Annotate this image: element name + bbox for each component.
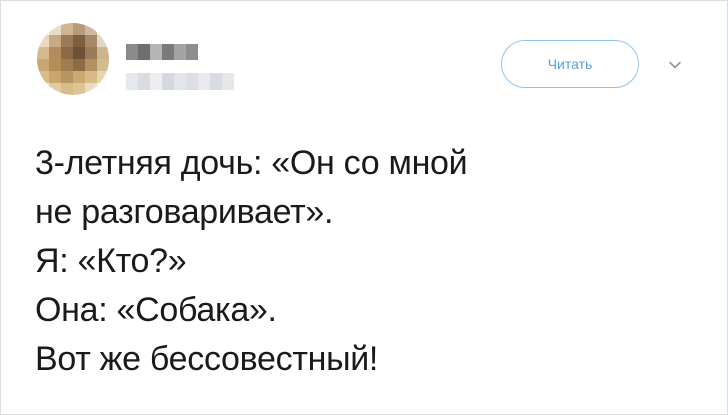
tweet-text-line: Она: «Собака». — [35, 291, 277, 329]
username-blurred[interactable] — [126, 73, 234, 90]
tweet-text-line: Вот же бессовестный! — [35, 340, 379, 378]
display-name-blurred[interactable] — [126, 44, 198, 60]
follow-button-label: Читать — [547, 56, 593, 72]
tweet-text: 3-летняя дочь: «Он со мной не разговарив… — [35, 139, 695, 384]
tweet-text-line: Я: «Кто?» — [35, 242, 187, 280]
tweet-text-line: не разговаривает». — [35, 193, 334, 231]
follow-button[interactable]: Читать — [501, 40, 639, 88]
chevron-down-icon[interactable] — [667, 57, 683, 73]
tweet-text-line: 3-летняя дочь: «Он со мной — [35, 144, 468, 182]
tweet-card: Читать 3-летняя дочь: «Он со мной не раз… — [0, 0, 728, 415]
avatar[interactable] — [37, 23, 109, 95]
